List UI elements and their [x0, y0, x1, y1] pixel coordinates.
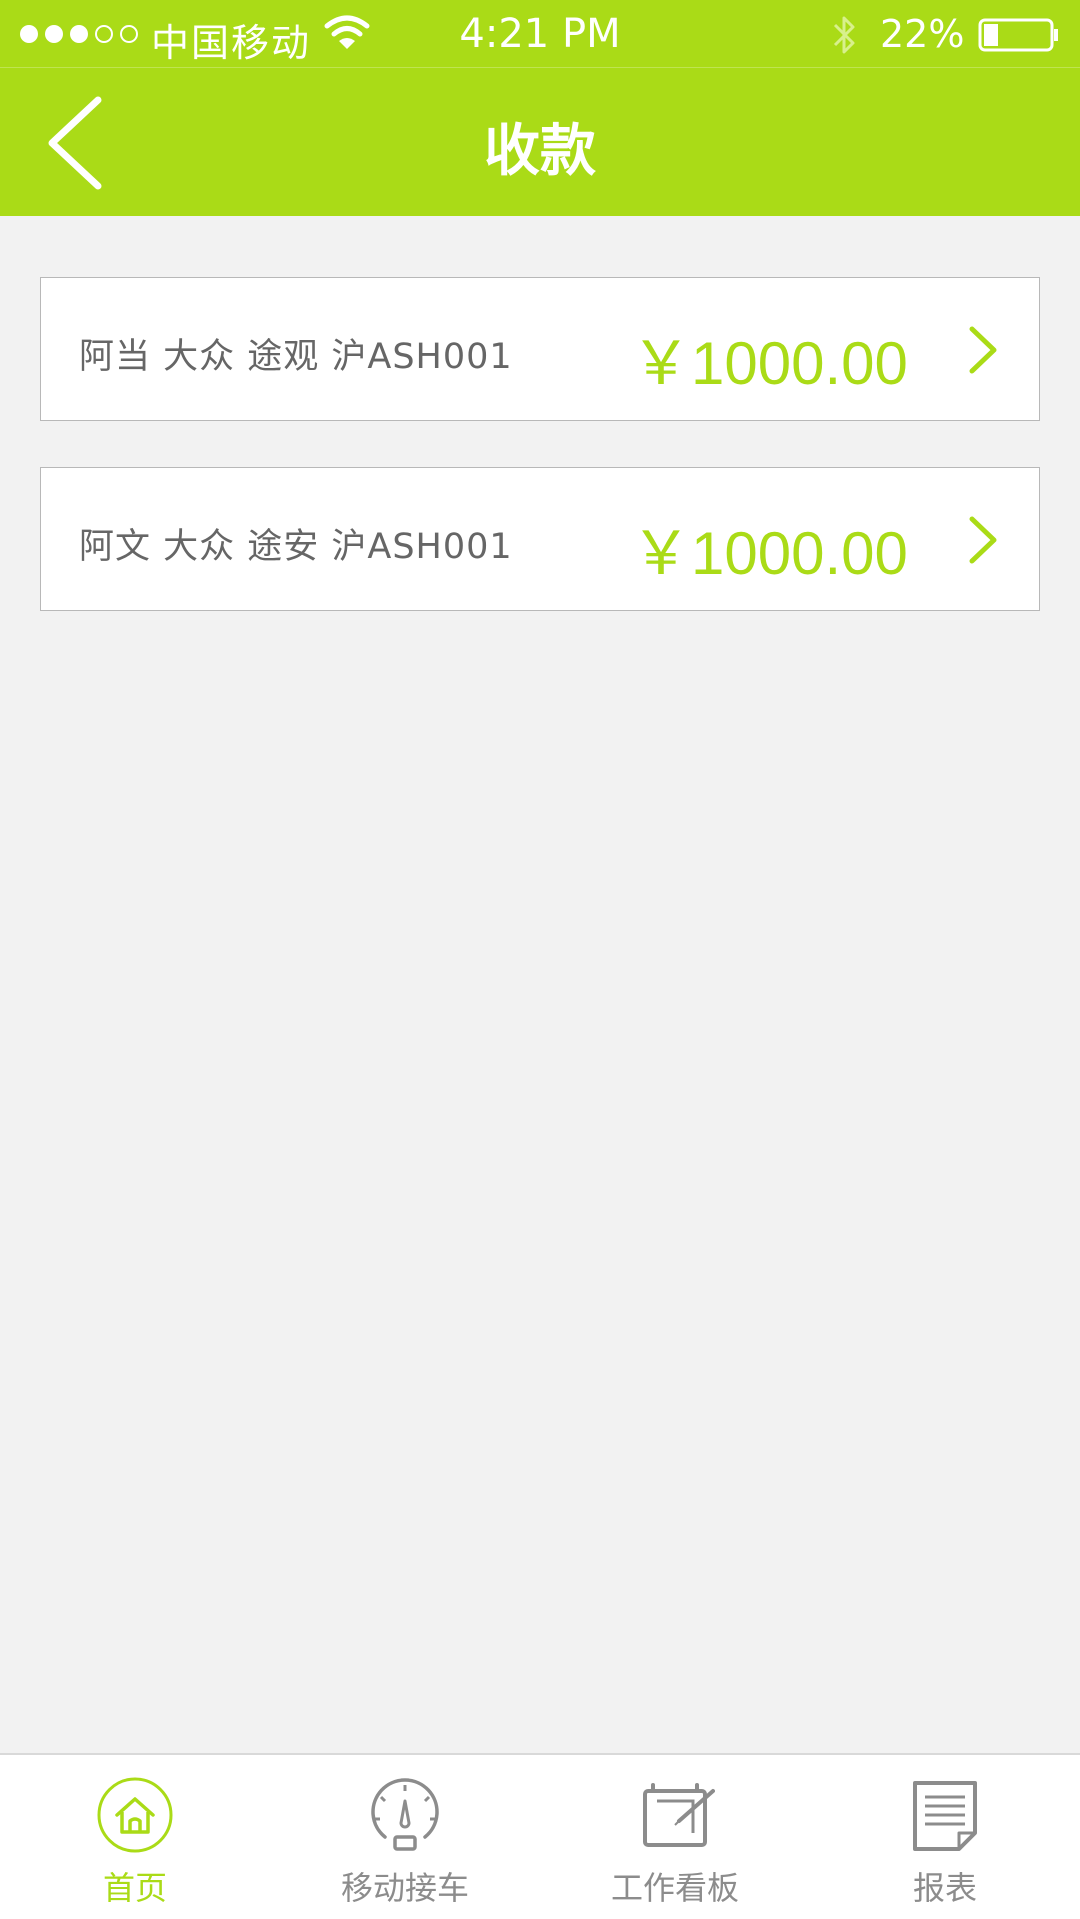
board-icon	[643, 1783, 715, 1847]
payment-list-item[interactable]: 阿当 大众 途观 沪ASH001 ￥1000.00	[40, 277, 1040, 421]
page-title: 收款	[484, 119, 596, 184]
payment-amount: ￥1000.00	[631, 330, 908, 397]
tab-reports[interactable]: 报表	[810, 1755, 1080, 1919]
payment-list: 阿当 大众 途观 沪ASH001 ￥1000.00 阿文 大众 途安 沪ASH0…	[40, 277, 1040, 657]
chevron-right-icon	[969, 326, 997, 374]
battery-icon	[978, 18, 1058, 52]
tab-bar: 首页 移动接车 工作看板 报表	[0, 1753, 1080, 1919]
tab-mobile-reception[interactable]: 移动接车	[270, 1755, 540, 1919]
payment-list-item[interactable]: 阿文 大众 途安 沪ASH001 ￥1000.00	[40, 467, 1040, 611]
chevron-right-icon	[969, 516, 997, 564]
tab-label: 报表	[912, 1869, 977, 1907]
nav-bar: 收款	[0, 68, 1080, 216]
payment-amount: ￥1000.00	[631, 520, 908, 587]
bluetooth-icon	[833, 16, 855, 54]
tab-label: 工作看板	[610, 1869, 739, 1907]
home-icon	[97, 1777, 173, 1853]
gauge-icon	[371, 1778, 439, 1851]
customer-vehicle-info: 阿文 大众 途安 沪ASH001	[79, 527, 513, 567]
status-bar: 中国移动 4:21 PM 22%	[0, 0, 1080, 67]
tab-work-board[interactable]: 工作看板	[540, 1755, 810, 1919]
customer-vehicle-info: 阿当 大众 途观 沪ASH001	[79, 337, 513, 377]
header: 中国移动 4:21 PM 22% 收款	[0, 0, 1080, 216]
report-icon	[913, 1781, 977, 1851]
battery-percentage: 22%	[880, 12, 965, 56]
tab-label: 首页	[102, 1869, 167, 1907]
tab-label: 移动接车	[340, 1869, 469, 1907]
tab-home[interactable]: 首页	[0, 1755, 270, 1919]
